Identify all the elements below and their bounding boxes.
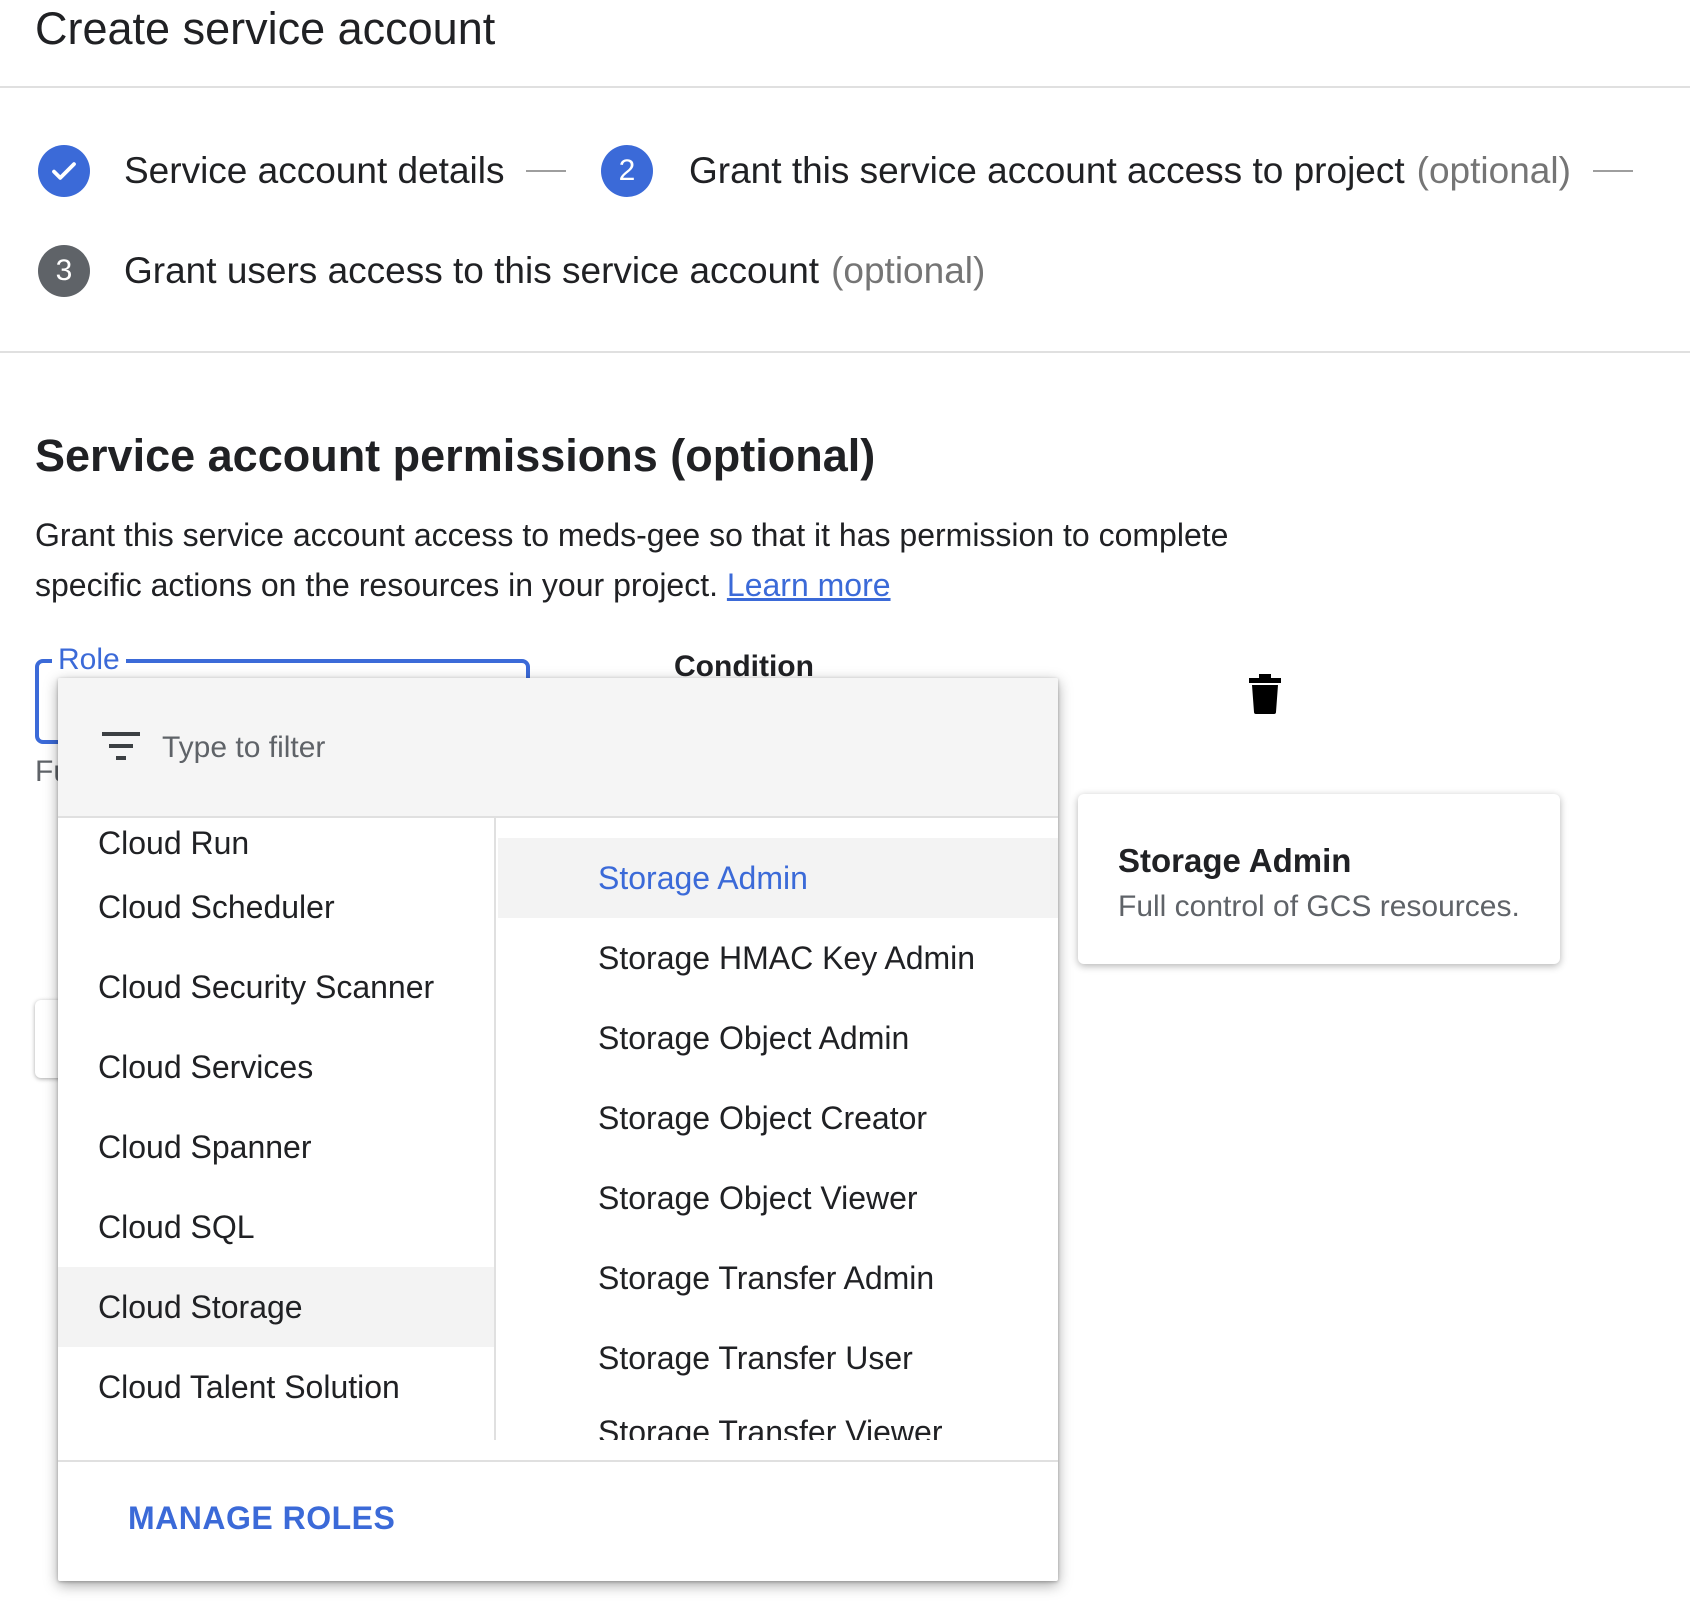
role-list[interactable]: Storage Admin Storage HMAC Key Admin Sto… [498,818,1058,1440]
role-item[interactable]: Storage Transfer User [498,1318,1058,1398]
role-item[interactable]: Storage Transfer Admin [498,1238,1058,1318]
category-item-selected[interactable]: Cloud Storage [58,1267,494,1347]
role-item-selected[interactable]: Storage Admin [498,838,1058,918]
page-title: Create service account [35,3,496,54]
step-1-label: Service account details [124,150,505,191]
filter-list-icon [102,730,140,767]
step-3[interactable]: 3 Grant users access to this service acc… [38,245,985,297]
role-info-title: Storage Admin [1118,842,1352,879]
description-text: Grant this service account access to med… [35,517,1229,603]
learn-more-link[interactable]: Learn more [727,567,891,603]
category-item[interactable]: Cloud Services [58,1027,494,1107]
role-info-card: Storage Admin Full control of GCS resour… [1078,794,1560,964]
step-3-number: 3 [38,245,90,297]
step-1[interactable]: Service account details [38,145,567,197]
category-item[interactable]: Cloud SQL [58,1187,494,1267]
dropdown-footer: MANAGE ROLES [58,1460,1058,1581]
step-2-number: 2 [601,145,653,197]
step-connector [526,170,567,172]
stepper-divider [0,351,1690,353]
role-dropdown-menu: Cloud Run Cloud Scheduler Cloud Security… [58,678,1058,1581]
role-label: Role [52,643,126,677]
category-list[interactable]: Cloud Run Cloud Scheduler Cloud Security… [58,818,496,1440]
role-item[interactable]: Storage Transfer Viewer [498,1392,1058,1441]
filter-input[interactable] [162,718,982,778]
category-item[interactable]: Cloud Spanner [58,1107,494,1187]
step-3-label: Grant users access to this service accou… [124,250,820,291]
category-item[interactable]: Cloud Scheduler [58,867,494,947]
role-lists: Cloud Run Cloud Scheduler Cloud Security… [58,818,1058,1440]
step-3-optional: (optional) [831,250,986,291]
role-item[interactable]: Storage Object Admin [498,998,1058,1078]
step-2[interactable]: 2 Grant this service account access to p… [601,145,1633,197]
role-item[interactable]: Storage Object Viewer [498,1158,1058,1238]
step-2-label: Grant this service account access to pro… [689,150,1405,191]
manage-roles-button[interactable]: MANAGE ROLES [128,1500,395,1537]
role-item[interactable]: Storage HMAC Key Admin [498,918,1058,998]
header-divider [0,86,1690,88]
step-2-optional: (optional) [1416,150,1571,191]
role-info-description: Full control of GCS resources. [1118,890,1520,923]
check-icon [38,145,90,197]
trash-icon[interactable] [1248,674,1282,719]
category-item[interactable]: Cloud Talent Solution [58,1347,494,1427]
section-title: Service account permissions (optional) [35,430,876,481]
category-item[interactable]: Cloud Security Scanner [58,947,494,1027]
filter-bar [58,678,1058,818]
step-connector [1592,170,1633,172]
role-item[interactable]: Storage Object Creator [498,1078,1058,1158]
section-description: Grant this service account access to med… [35,510,1335,610]
